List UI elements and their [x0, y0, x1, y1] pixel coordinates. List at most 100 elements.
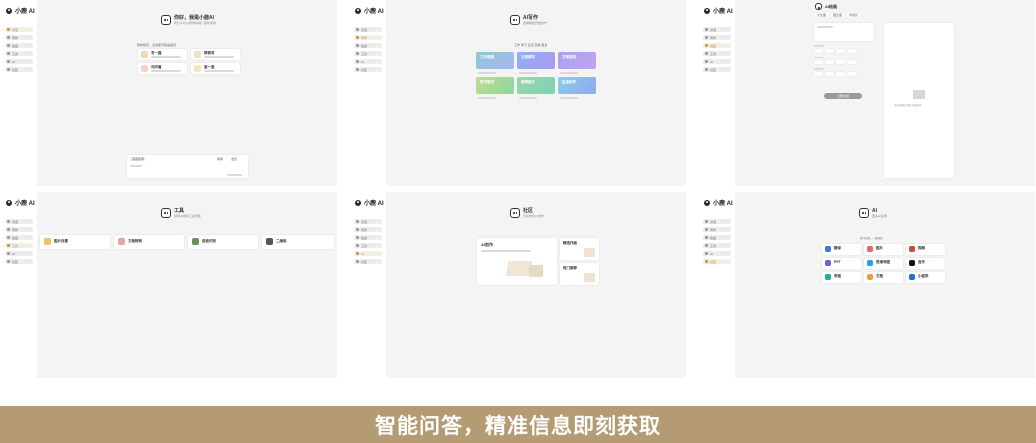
pen-icon — [7, 228, 10, 231]
app-card[interactable]: 图片 — [864, 244, 903, 255]
count-option[interactable] — [847, 71, 856, 76]
side-card[interactable]: 热门推荐 — [560, 263, 599, 285]
ratio-option[interactable] — [825, 48, 834, 53]
sidebar-item-chat[interactable]: 对话 — [703, 27, 731, 32]
tab-image-to-image[interactable]: 图生图 — [831, 13, 845, 17]
count-option[interactable] — [814, 71, 823, 76]
sidebar-item-tools[interactable]: 工具 — [354, 243, 382, 248]
suggestion-card[interactable]: 帮我写 — [191, 49, 240, 60]
sidebar-item-draw[interactable]: 绘画 — [5, 43, 33, 48]
ratio-option[interactable] — [814, 48, 823, 53]
style-option[interactable] — [836, 60, 845, 64]
sidebar-item-write[interactable]: 写作 — [5, 227, 33, 232]
sidebar: 小鹿 AI 对话 写作 绘画 工具 AI 社区 — [349, 192, 386, 378]
send-button[interactable]: 发送 — [231, 157, 237, 161]
sidebar-item-community[interactable]: 社区 — [5, 259, 33, 264]
side-card[interactable]: 精选作品 — [560, 238, 599, 260]
sidebar-item-ai[interactable]: AI — [5, 251, 33, 256]
app-logo[interactable]: 小鹿 AI — [704, 198, 733, 207]
sidebar-item-write[interactable]: 写作 — [5, 35, 33, 40]
tab-stylize[interactable]: 风格化 — [847, 13, 861, 17]
sidebar-item-community[interactable]: 社区 — [354, 259, 382, 264]
sidebar-item-write[interactable]: 写作 — [354, 227, 382, 232]
sidebar-item-tools[interactable]: 工具 — [5, 51, 33, 56]
sidebar-item-tools[interactable]: 工具 — [354, 51, 382, 56]
sidebar-item-draw[interactable]: 绘画 — [5, 235, 33, 240]
app-logo[interactable]: 小鹿 AI — [6, 6, 35, 15]
template-tile[interactable]: 方案策划 — [558, 52, 596, 69]
template-tile[interactable]: 工作周报 — [476, 52, 514, 69]
sidebar-item-draw[interactable]: 绘画 — [703, 43, 731, 48]
suggestion-card[interactable]: 问问看 — [138, 63, 187, 74]
sidebar-item-ai[interactable]: AI — [5, 59, 33, 64]
sidebar-item-tools[interactable]: 工具 — [703, 243, 731, 248]
style-option[interactable] — [847, 60, 856, 64]
sidebar-item-tools[interactable]: 工具 — [5, 243, 33, 248]
sidebar-item-community[interactable]: 社区 — [354, 67, 382, 72]
sidebar-item-write[interactable]: 写作 — [354, 35, 382, 40]
feature-card[interactable]: AI创作 — [477, 238, 557, 285]
style-option[interactable] — [825, 60, 834, 64]
app-card[interactable]: 表格 — [822, 272, 861, 283]
sidebar-item-draw[interactable]: 绘画 — [354, 235, 382, 240]
web-search-toggle[interactable]: 联网 — [217, 157, 223, 161]
template-tile[interactable]: 学习笔记 — [476, 77, 514, 94]
template-tile[interactable]: 文案撰写 — [517, 52, 555, 69]
app-card[interactable]: 音乐 — [906, 258, 945, 269]
prompt-textarea[interactable] — [814, 23, 874, 41]
app-card[interactable]: 小程序 — [906, 272, 945, 283]
translate-icon — [825, 246, 831, 252]
deep-think-toggle[interactable]: 深度思考 — [130, 157, 147, 161]
sidebar-item-ai[interactable]: AI — [703, 251, 731, 256]
sidebar-item-ai[interactable]: AI — [354, 251, 382, 256]
tool-card[interactable]: 图片处理 — [40, 235, 110, 249]
template-tile[interactable]: 生活助手 — [558, 77, 596, 94]
sidebar-item-write[interactable]: 写作 — [703, 35, 731, 40]
sidebar-item-chat[interactable]: 对话 — [354, 219, 382, 224]
app-logo[interactable]: 小鹿 AI — [355, 6, 384, 15]
app-card[interactable]: 视频 — [906, 244, 945, 255]
count-option[interactable] — [825, 71, 834, 76]
suggestion-card[interactable]: 写一篇 — [138, 49, 187, 60]
sidebar-item-chat[interactable]: 对话 — [354, 27, 382, 32]
app-card[interactable]: 翻译 — [822, 244, 861, 255]
tool-card[interactable]: 二维码 — [262, 235, 334, 249]
count-option[interactable] — [836, 71, 845, 76]
sidebar-item-community[interactable]: 社区 — [703, 259, 731, 264]
template-tile[interactable]: 营销推文 — [517, 77, 555, 94]
thumbnail-icon — [584, 273, 595, 282]
sidebar-item-write[interactable]: 写作 — [703, 227, 731, 232]
people-icon — [356, 68, 359, 71]
app-card[interactable]: 思维导图 — [864, 258, 903, 269]
app-card[interactable]: 文档 — [864, 272, 903, 283]
tool-card[interactable]: 语音识别 — [188, 235, 258, 249]
category-tabs[interactable]: 工作 学习 生活 营销 更多 — [514, 43, 547, 47]
sidebar-item-community[interactable]: 社区 — [703, 67, 731, 72]
sidebar-item-draw[interactable]: 绘画 — [703, 235, 731, 240]
ratio-option[interactable] — [836, 48, 845, 53]
sidebar-item-ai[interactable]: AI — [703, 59, 731, 64]
sidebar-item-chat[interactable]: 对话 — [5, 219, 33, 224]
tool-card[interactable]: 文档转换 — [114, 235, 184, 249]
brush-icon — [705, 236, 708, 239]
style-option[interactable] — [814, 60, 823, 64]
page-header: 工具 常用AI效率工具合集 — [161, 208, 201, 218]
suggestion-card[interactable]: 查一查 — [191, 63, 240, 74]
sidebar-item-tools[interactable]: 工具 — [703, 51, 731, 56]
sidebar-item-draw[interactable]: 绘画 — [354, 43, 382, 48]
screen-writing: 小鹿 AI 对话 写作 绘画 工具 AI 社区 AI写作 选择模板开始创作 工作 … — [349, 0, 686, 186]
generate-button[interactable]: 立即生成 — [824, 93, 862, 99]
sidebar-item-ai[interactable]: AI — [354, 59, 382, 64]
sidebar-item-chat[interactable]: 对话 — [5, 27, 33, 32]
app-card[interactable]: PPT — [822, 258, 861, 269]
brush-icon — [7, 236, 10, 239]
app-logo[interactable]: 小鹿 AI — [6, 198, 35, 207]
chat-input-box[interactable]: 深度思考 联网 发送 — [127, 155, 248, 178]
app-logo[interactable]: 小鹿 AI — [355, 198, 384, 207]
sidebar: 小鹿 AI 对话 写作 绘画 工具 AI 社区 — [349, 0, 386, 186]
ratio-option[interactable] — [847, 48, 856, 53]
app-logo[interactable]: 小鹿 AI — [704, 6, 733, 15]
sidebar-item-chat[interactable]: 对话 — [703, 219, 731, 224]
sidebar-item-community[interactable]: 社区 — [5, 67, 33, 72]
tab-text-to-image[interactable]: 文生图 — [815, 13, 829, 17]
